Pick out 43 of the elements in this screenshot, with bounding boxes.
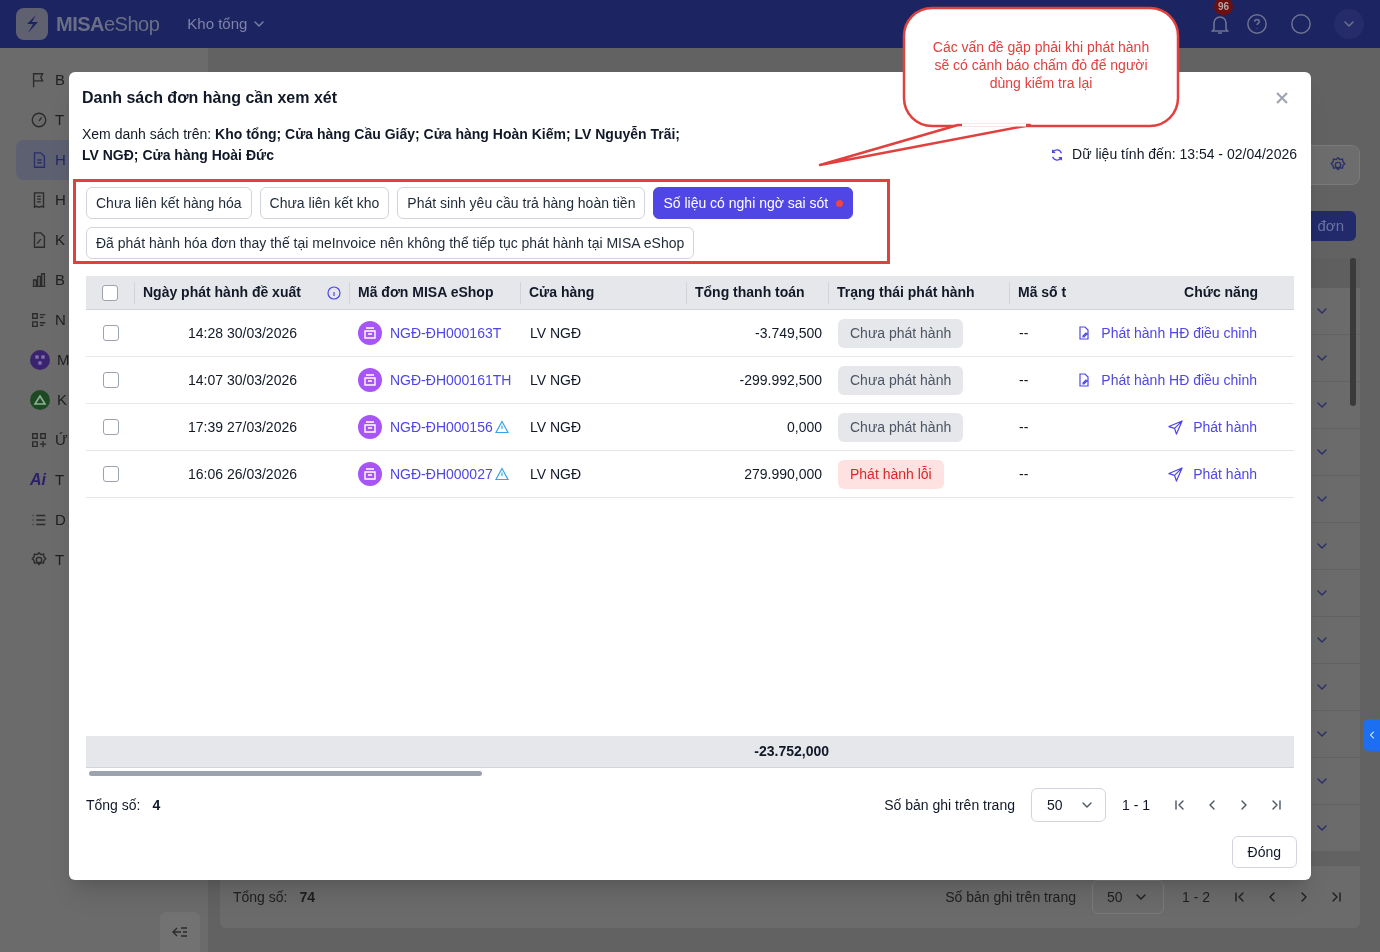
logo-text: MISAeShop xyxy=(56,12,160,37)
table-cell-text: 14:28 30/03/2026 xyxy=(188,323,297,343)
total-label: Tổng số: xyxy=(86,795,141,815)
column-header: Tổng thanh toán xyxy=(695,283,805,302)
total-count: 4 xyxy=(152,795,161,815)
data-time: Dữ liệu tính đến: 13:54 - 02/04/2026 xyxy=(1072,145,1297,164)
page-size-label: Số bản ghi trên trang xyxy=(945,887,1076,907)
callout-text: Các vấn đề gặp phải khi phát hành sẽ có cảnh báo chấm đỏ để người dùng kiểm tra lại xyxy=(931,38,1151,92)
scope-text: Xem danh sách trên: Kho tổng; Cửa hàng Cầu Giấy; Cửa hàng Hoàn Kiếm; LV Nguyễn Trãi; LV NGĐ; Cửa hàng Hoài Đức xyxy=(82,125,681,165)
column-header: Trạng thái phát hành xyxy=(837,283,975,302)
table-cell: -- xyxy=(1019,324,1029,341)
column-header: Mã số t xyxy=(1018,283,1067,302)
table-cell-text: 279.990,000 xyxy=(744,464,822,484)
table-cell: LV NGĐ xyxy=(530,324,582,341)
ai-label: Ai xyxy=(30,470,47,490)
table-cell: -- xyxy=(1019,465,1029,482)
table-cell: -- xyxy=(1019,418,1029,435)
table-cell: -- xyxy=(1019,371,1029,388)
table-cell: LV NGĐ xyxy=(530,418,582,435)
column-header: Ngày phát hành đề xuất xyxy=(143,283,301,302)
total-count: 74 xyxy=(299,887,316,907)
status-badge: Chưa phát hành xyxy=(838,365,964,395)
table-cell-text: -299.992,500 xyxy=(739,370,822,390)
page-range: 1 - 1 xyxy=(1122,795,1150,815)
status-badge: Chưa phát hành xyxy=(838,412,964,442)
table-cell-text: 14:07 30/03/2026 xyxy=(188,370,297,390)
column-header: Chức năng xyxy=(1184,283,1258,302)
total-label: Tổng số: xyxy=(233,887,288,907)
column-header: Cửa hàng xyxy=(529,283,595,302)
summary-total: -23.752,000 xyxy=(754,742,829,761)
table-cell: LV NGĐ xyxy=(530,465,582,482)
dialog-title: Danh sách đơn hàng cần xem xét xyxy=(82,88,337,108)
column-header: Mã đơn MISA eShop xyxy=(358,283,494,302)
table-cell-text: 0,000 xyxy=(786,417,822,437)
status-badge: Phát hành lỗi xyxy=(838,459,944,489)
page-range: 1 - 2 xyxy=(1182,887,1210,907)
table-cell: LV NGĐ xyxy=(530,371,582,388)
page-size-label: Số bản ghi trên trang xyxy=(884,795,1015,815)
status-badge: Chưa phát hành xyxy=(838,318,964,348)
table-cell-text: 16:06 26/03/2026 xyxy=(188,464,297,484)
table-cell-text: 17:39 27/03/2026 xyxy=(188,417,297,437)
notification-badge: 96 xyxy=(1214,0,1234,15)
table-cell-text: -3.749,500 xyxy=(755,323,822,343)
